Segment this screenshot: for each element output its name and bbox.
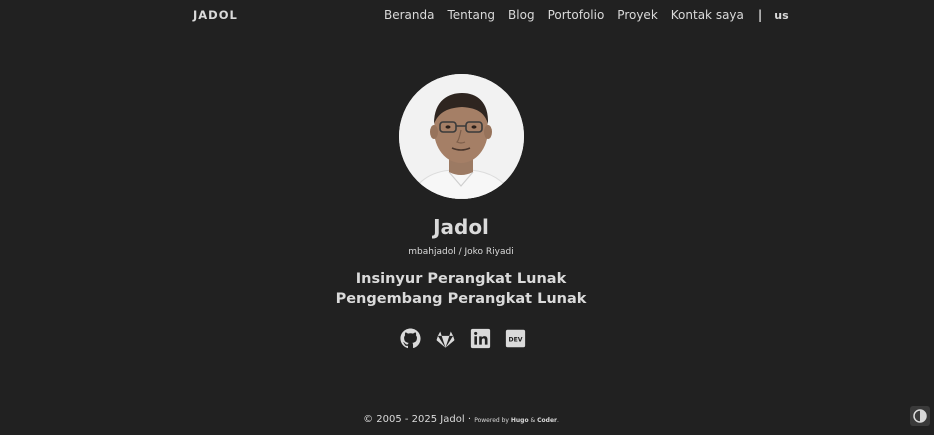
dev-icon[interactable]: DEV	[505, 328, 526, 349]
gitlab-icon[interactable]	[435, 328, 456, 349]
profile-name: Jadol	[433, 215, 489, 239]
footer-period: .	[557, 417, 559, 424]
footer-copyright: © 2005 - 2025 Jadol	[363, 414, 465, 425]
dev-icon-label: DEV	[509, 337, 523, 344]
profile-role-1: Insinyur Perangkat Lunak	[355, 271, 567, 287]
theme-toggle-button[interactable]	[910, 406, 930, 426]
avatar-portrait	[399, 74, 524, 199]
contrast-icon	[913, 409, 927, 423]
footer: © 2005 - 2025 Jadol · Powered by Hugo & …	[0, 414, 922, 425]
social-links: DEV	[400, 328, 526, 349]
brand-link[interactable]: JADOL	[193, 8, 238, 22]
nav-item-blog[interactable]: Blog	[508, 8, 535, 22]
footer-powered: Powered by Hugo & Coder.	[474, 417, 559, 424]
footer-amp: &	[530, 417, 536, 424]
nav-item-kontak[interactable]: Kontak saya	[671, 8, 744, 22]
nav-item-beranda[interactable]: Beranda	[384, 8, 434, 22]
nav-item-tentang[interactable]: Tentang	[447, 8, 495, 22]
avatar	[399, 74, 524, 199]
footer-hugo-link[interactable]: Hugo	[511, 417, 529, 424]
nav-item-proyek[interactable]: Proyek	[617, 8, 657, 22]
footer-coder-link[interactable]: Coder	[537, 417, 557, 424]
footer-dot: ·	[467, 414, 471, 425]
top-navbar: JADOL Beranda Tentang Blog Portofolio Pr…	[0, 0, 934, 30]
nav-separator: |	[757, 8, 763, 22]
footer-powered-label: Powered by	[474, 417, 509, 424]
profile-role-2: Pengembang Perangkat Lunak	[335, 291, 587, 307]
nav-item-portofolio[interactable]: Portofolio	[548, 8, 605, 22]
github-icon[interactable]	[400, 328, 421, 349]
linkedin-icon[interactable]	[470, 328, 491, 349]
language-switch[interactable]: us	[774, 9, 788, 22]
profile-handle: mbahjadol / Joko Riyadi	[408, 247, 514, 257]
nav-menu: Beranda Tentang Blog Portofolio Proyek K…	[384, 8, 789, 22]
